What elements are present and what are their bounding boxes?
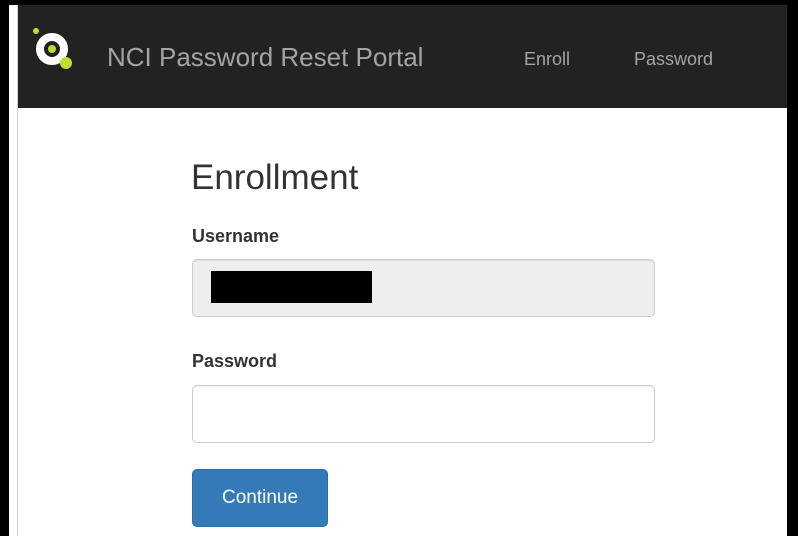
screenshot-frame: NCI Password Reset Portal Enroll Passwor… — [0, 0, 798, 536]
navbar: NCI Password Reset Portal Enroll Passwor… — [17, 5, 787, 108]
brand-link[interactable]: NCI Password Reset Portal — [107, 42, 423, 72]
password-input[interactable] — [192, 385, 655, 443]
nav-link-password[interactable]: Password — [634, 49, 713, 69]
ring-dots-logo-icon[interactable] — [31, 27, 73, 69]
continue-button[interactable]: Continue — [192, 469, 328, 527]
username-label: Username — [192, 226, 280, 246]
main-content: Enrollment Username Password Continue — [17, 108, 787, 536]
password-label: Password — [192, 351, 278, 371]
page-title: Enrollment — [191, 158, 359, 197]
nav-link-enroll[interactable]: Enroll — [524, 49, 570, 69]
redacted-username-block — [211, 271, 372, 303]
